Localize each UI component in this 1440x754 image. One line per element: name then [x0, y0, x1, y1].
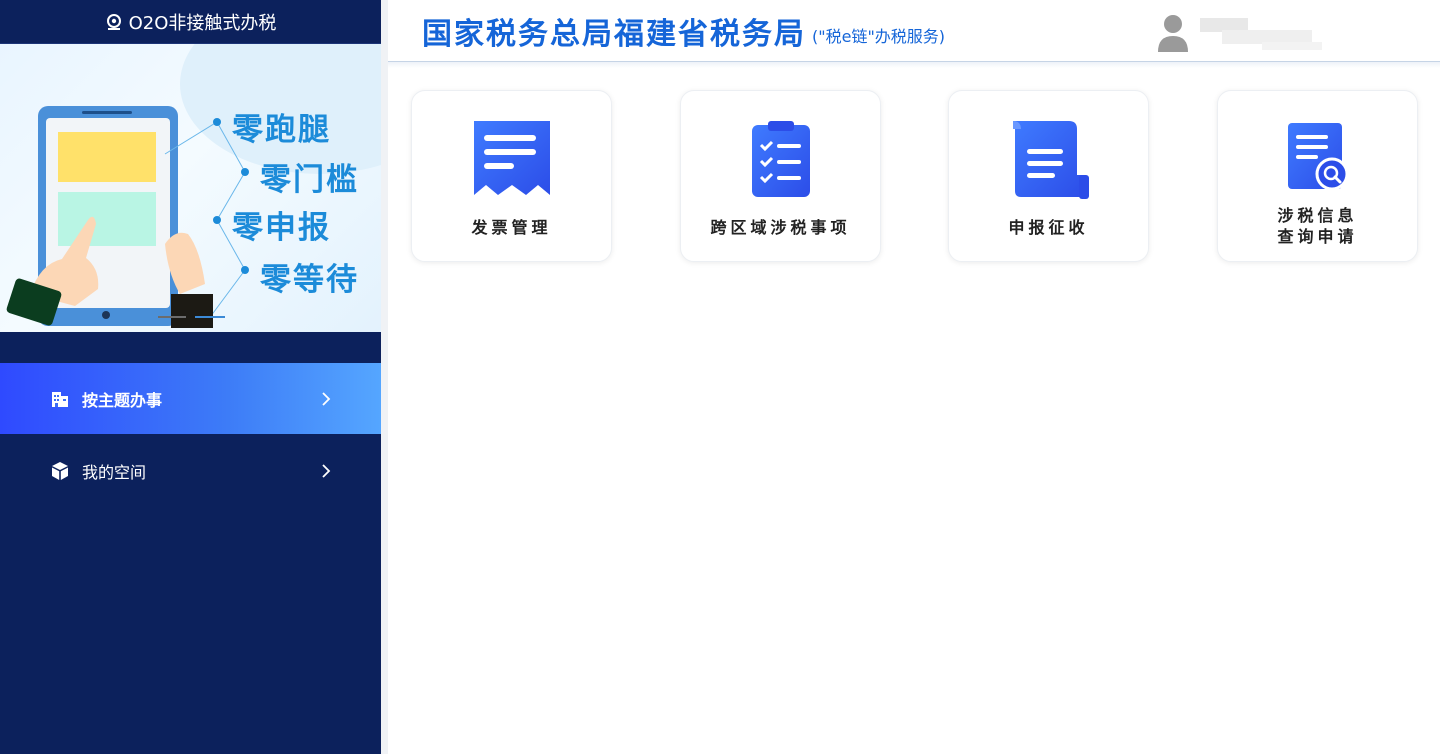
- document-search-icon: [1287, 123, 1348, 191]
- building-icon: [52, 391, 68, 407]
- banner-slogan-4: 零等待: [260, 262, 359, 298]
- banner-slogan-1: 零跑腿: [232, 112, 331, 148]
- chevron-right-icon: [322, 464, 331, 478]
- card-label-line2: 查询申请: [1277, 227, 1358, 246]
- card-label: 申报征收: [1008, 218, 1089, 237]
- user-avatar-icon: [1158, 15, 1188, 52]
- header-divider: [388, 62, 1440, 68]
- sidebar-item-my-space[interactable]: 我的空间: [0, 434, 381, 508]
- card-tax-info-query[interactable]: 涉税信息 查询申请: [1217, 90, 1418, 262]
- card-cross-region-tax[interactable]: 跨区域涉税事项: [680, 90, 881, 262]
- page-title: 国家税务总局福建省税务局: [422, 16, 806, 52]
- clipboard-checklist-icon: [751, 121, 810, 197]
- cube-icon: [52, 462, 68, 480]
- page-subtitle: ("税e链"办税服务): [812, 26, 946, 46]
- sidebar-header-title: O2O非接触式办税: [128, 12, 277, 34]
- main-content: 国家税务总局福建省税务局 ("税e链"办税服务) 发票管理 跨区域涉税事项 申报…: [388, 0, 1440, 754]
- card-label: 涉税信息 查询申请: [1277, 205, 1357, 247]
- sidebar-header: O2O非接触式办税: [0, 0, 381, 44]
- chevron-right-icon: [322, 391, 331, 406]
- sidebar-item-label: 我的空间: [82, 463, 147, 482]
- banner-slogan-2: 零门槛: [260, 162, 359, 198]
- sidebar-item-label: 按主题办事: [82, 390, 163, 410]
- banner-slogan-3: 零申报: [232, 210, 331, 246]
- username-redacted: [1200, 16, 1330, 50]
- sidebar: O2O非接触式办税 零跑腿 零门槛 零申报 零等待 按主题办事 我的空间: [0, 0, 381, 754]
- card-invoice-management[interactable]: 发票管理: [411, 90, 612, 262]
- user-profile[interactable]: [1156, 12, 1330, 52]
- card-label: 跨区域涉税事项: [710, 218, 851, 237]
- card-label-line1: 涉税信息: [1277, 206, 1358, 225]
- location-pin-icon: [106, 13, 121, 30]
- invoice-receipt-icon: [473, 121, 550, 195]
- card-label: 发票管理: [471, 218, 552, 237]
- top-header: 国家税务总局福建省税务局 ("税e链"办税服务): [388, 0, 1440, 62]
- card-declaration-collection[interactable]: 申报征收: [948, 90, 1149, 262]
- promo-banner: 零跑腿 零门槛 零申报 零等待: [0, 44, 381, 332]
- scroll-document-icon: [1012, 121, 1089, 199]
- sidebar-nav: 按主题办事 我的空间: [0, 363, 381, 508]
- sidebar-item-by-theme[interactable]: 按主题办事: [0, 363, 381, 434]
